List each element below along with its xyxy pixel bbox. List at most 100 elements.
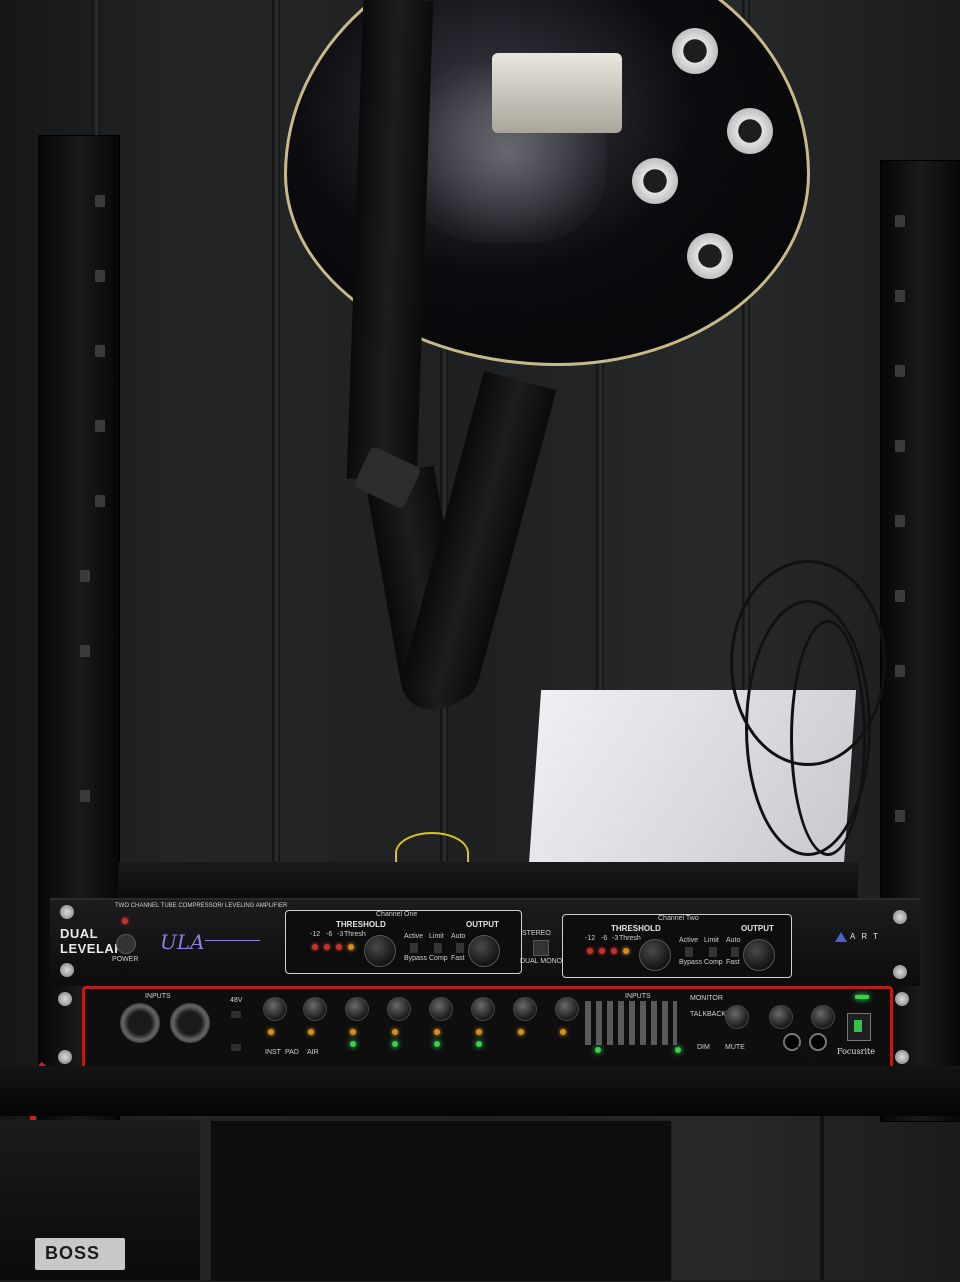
limit-comp-switch[interactable] [709, 947, 717, 957]
meter-label: -12 [310, 931, 321, 938]
rack-screw [58, 992, 72, 1006]
output-label: OUTPUT [741, 924, 774, 933]
rack-hole [95, 495, 105, 507]
rack-hole [895, 665, 905, 677]
stereo-label: STEREO [522, 930, 551, 937]
gain-knob[interactable] [303, 997, 327, 1021]
threshold-label: THRESHOLD [611, 924, 661, 933]
boss-pedal: BOSS [35, 1238, 125, 1270]
channel-led [560, 1029, 566, 1035]
switch-label: Limit [429, 933, 444, 940]
channel-one-name: Channel One [376, 911, 418, 918]
gain-knob[interactable] [471, 997, 495, 1021]
meter-led [595, 1047, 601, 1053]
channel-two-name: Channel Two [658, 915, 699, 922]
meter-inputs-label: INPUTS [625, 993, 651, 1000]
channel-led [434, 1041, 440, 1047]
cable-coil [790, 620, 866, 856]
guitar-knob [727, 108, 773, 154]
rack-hole [80, 790, 90, 802]
threshold-knob[interactable] [639, 939, 671, 971]
meter-label: -3 [337, 931, 344, 938]
rack-screw [60, 905, 74, 919]
threshold-knob[interactable] [364, 935, 396, 967]
meter-label: -6 [326, 931, 333, 938]
art-brand: ART [850, 932, 884, 941]
switch-label: Active [404, 933, 424, 940]
rack-hole [95, 420, 105, 432]
rack-screw [893, 910, 907, 924]
rack-shelf [0, 1066, 960, 1116]
button-label: AIR [307, 1049, 319, 1056]
unit-title-line2: LEVELAR [60, 941, 125, 956]
unit-header-text: TWO CHANNEL TUBE COMPRESSOR/ LEVELING AM… [115, 903, 288, 909]
level-meters [585, 1001, 677, 1045]
rack-hole [80, 570, 90, 582]
rack-screw [895, 1050, 909, 1064]
meter-led [336, 944, 342, 950]
meter-led [611, 948, 617, 954]
switch-label: Comp [429, 955, 448, 962]
auto-fast-switch[interactable] [456, 943, 464, 953]
active-bypass-switch[interactable] [685, 947, 693, 957]
switch-label: Limit [704, 937, 719, 944]
headphone-jack[interactable] [809, 1033, 827, 1051]
meter-led [675, 1047, 681, 1053]
rack-hole [895, 365, 905, 377]
output-label: OUTPUT [466, 920, 499, 929]
active-bypass-switch[interactable] [410, 943, 418, 953]
button-label: DIM [697, 1044, 710, 1051]
channel-led [518, 1029, 524, 1035]
meter-led [312, 944, 318, 950]
guitar-amp [210, 1120, 672, 1282]
headphone-knob[interactable] [769, 1005, 793, 1029]
channel-one-panel: Channel One THRESHOLD OUTPUT -12 -6 -3 T… [285, 910, 522, 974]
stereo-dual-mono-switch[interactable] [533, 940, 549, 956]
rack-screw [893, 965, 907, 979]
channel-led [392, 1029, 398, 1035]
power-led [122, 918, 128, 924]
gain-knob[interactable] [263, 997, 287, 1021]
limit-comp-switch[interactable] [434, 943, 442, 953]
gain-knob[interactable] [555, 997, 579, 1021]
phantom-power-button[interactable] [231, 1011, 241, 1018]
gain-knob[interactable] [387, 997, 411, 1021]
auto-fast-switch[interactable] [731, 947, 739, 957]
phantom-power-button[interactable] [231, 1044, 241, 1051]
meter-led [599, 948, 605, 954]
guitar-knob [672, 28, 718, 74]
rack-hole [895, 515, 905, 527]
button-label: 48V [230, 997, 243, 1004]
channel-led [308, 1029, 314, 1035]
power-button[interactable] [116, 934, 136, 954]
rack-screw [60, 963, 74, 977]
channel-led [350, 1041, 356, 1047]
channel-led [434, 1029, 440, 1035]
gain-knob[interactable] [345, 997, 369, 1021]
switch-label: Active [679, 937, 699, 944]
channel-led [476, 1041, 482, 1047]
button-label: PAD [285, 1049, 299, 1056]
channel-led [350, 1029, 356, 1035]
gain-knob[interactable] [429, 997, 453, 1021]
headphone-knob[interactable] [811, 1005, 835, 1029]
rack-hole [895, 290, 905, 302]
output-knob[interactable] [743, 939, 775, 971]
rack-hole [895, 215, 905, 227]
switch-label: Fast [451, 955, 465, 962]
gain-knob[interactable] [513, 997, 537, 1021]
combo-input-jack[interactable] [120, 1003, 160, 1043]
meter-label: -3 [612, 935, 619, 942]
meter-led [587, 948, 593, 954]
output-knob[interactable] [468, 935, 500, 967]
wall-groove [272, 0, 280, 880]
meter-led [348, 944, 354, 950]
power-switch[interactable] [847, 1013, 871, 1041]
meter-label: Thresh [619, 935, 641, 942]
ula-logo-line [205, 940, 260, 941]
button-label: INST [265, 1049, 281, 1056]
monitor-knob[interactable] [725, 1005, 749, 1029]
meter-label: -6 [601, 935, 608, 942]
dual-mono-label: DUAL MONO [520, 958, 563, 965]
combo-input-jack[interactable] [170, 1003, 210, 1043]
